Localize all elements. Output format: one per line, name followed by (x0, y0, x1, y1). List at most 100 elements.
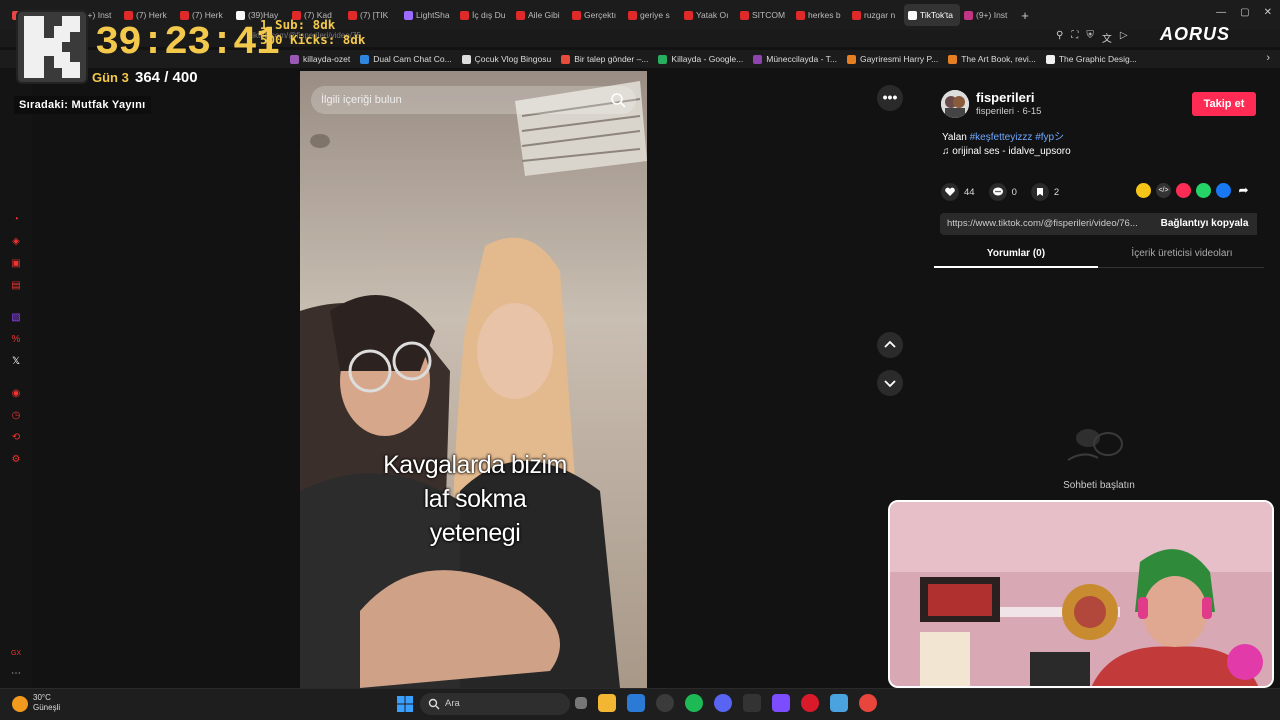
shield-icon[interactable]: ⛨ (1086, 30, 1094, 45)
github-icon[interactable] (656, 694, 674, 712)
browser-tab[interactable]: Aile Gibi (512, 4, 568, 26)
follow-button[interactable]: Takip et (1192, 92, 1256, 116)
twitch-icon[interactable]: ▧ (10, 312, 22, 324)
screenshot-icon[interactable]: ⛶ (1071, 30, 1078, 45)
copy-link-button[interactable]: Bağlantıyı kopyala (1152, 213, 1257, 235)
browser-tab[interactable]: Gerçektı (568, 4, 624, 26)
webcam-image (890, 502, 1272, 686)
comment-stat[interactable]: 0 (988, 183, 1017, 201)
taskbar-search[interactable]: Ara (420, 693, 570, 715)
grid-app-icon[interactable] (772, 694, 790, 712)
minimize-icon[interactable]: — (1216, 7, 1226, 18)
sidebar-icon-2[interactable]: ◈ (10, 236, 22, 248)
tab-label: geriye s (640, 10, 670, 20)
sidebar-rail: ◔ ◈ ▣ ▤ ▧ % 𝕏 ◉ ◷ ⟲ ⚙ GX ⋯ (0, 68, 32, 688)
browser-tab[interactable]: herkes b (792, 4, 848, 26)
previous-video-button[interactable] (877, 332, 903, 358)
file-explorer-icon[interactable] (598, 694, 616, 712)
translate-icon[interactable]: 文 (1102, 30, 1112, 45)
discord-icon[interactable] (714, 694, 732, 712)
whatsapp-icon[interactable] (1196, 183, 1211, 198)
day-count: 364 / 400 (135, 69, 198, 86)
maximize-icon[interactable]: ▢ (1240, 7, 1249, 18)
bookmark-item[interactable]: killayda-ozet (290, 54, 350, 64)
tab-creator-videos[interactable]: İçerik üreticisi videoları (1100, 248, 1264, 259)
opera-gx-icon[interactable] (801, 694, 819, 712)
tab-favicon-icon (460, 10, 469, 20)
bookmark-item[interactable]: Çocuk Vlog Bingosu (461, 54, 551, 64)
bookmark-item[interactable]: The Art Book, revi... (948, 54, 1036, 64)
sidebar-icon-7[interactable]: ⟲ (10, 432, 22, 444)
close-icon[interactable]: ✕ (1264, 7, 1272, 18)
x-icon[interactable]: 𝕏 (10, 356, 22, 368)
sidebar-icon-3[interactable]: ▣ (10, 258, 22, 270)
username[interactable]: fisperileri (976, 90, 1035, 105)
browser-tab[interactable]: TikTok'ta (904, 4, 960, 26)
task-view-icon[interactable] (575, 697, 587, 709)
send-icon[interactable] (1176, 183, 1191, 198)
next-video-button[interactable] (877, 370, 903, 396)
chrome-icon[interactable] (859, 694, 877, 712)
hashtags[interactable]: #keşfetteyizzz #fypシ (970, 132, 1064, 143)
play-icon[interactable]: ▷ (1120, 30, 1128, 45)
save-stat[interactable]: 2 (1030, 183, 1059, 201)
settings-icon[interactable]: ⚙ (10, 454, 22, 466)
app-icon[interactable] (743, 694, 761, 712)
tab-favicon-icon (628, 10, 637, 20)
tab-favicon-icon (572, 10, 581, 20)
bookmark-label: The Art Book, revi... (961, 54, 1036, 64)
bookmark-label: Bir talep gönder –... (574, 54, 649, 64)
sidebar-icon-4[interactable]: ▤ (10, 280, 22, 292)
bookmark-item[interactable]: Killayda - Google... (658, 54, 743, 64)
repost-icon[interactable] (1136, 183, 1151, 198)
sidebar-icon-5[interactable]: % (10, 334, 22, 346)
bookmark-item[interactable]: Bir talep gönder –... (561, 54, 648, 64)
caption-line: Kavgalarda bizim (383, 451, 567, 479)
bookmark-item[interactable]: The Graphic Desig... (1045, 54, 1137, 64)
sidebar-icon-6[interactable]: ◉ (10, 388, 22, 400)
sidebar-icon-8[interactable]: GX (10, 648, 22, 660)
browser-tab[interactable]: LightSha (400, 4, 456, 26)
avatar[interactable] (941, 90, 969, 118)
tab-comments[interactable]: Yorumlar (0) (934, 248, 1098, 259)
browser-tab[interactable]: İç dış Du (456, 4, 512, 26)
notepad-icon[interactable] (830, 694, 848, 712)
tab-favicon-icon (908, 10, 917, 20)
browser-tab[interactable]: ruzgar n (848, 4, 904, 26)
bookmark-item[interactable]: Müneccilayda - T... (753, 54, 837, 64)
facebook-icon[interactable] (1216, 183, 1231, 198)
share-arrow-icon[interactable]: ➦ (1236, 183, 1251, 198)
more-icon[interactable]: ⋯ (10, 668, 22, 680)
sidebar-icon-1[interactable]: ◔ (10, 214, 22, 226)
new-tab-button[interactable]: + (1016, 8, 1034, 23)
browser-tab[interactable]: (9+) Inst (960, 4, 1016, 26)
weather-condition: Güneşli (33, 703, 61, 712)
heart-icon (941, 183, 959, 201)
tab-label: SITCOM (752, 10, 786, 20)
spotify-icon[interactable] (685, 694, 703, 712)
weather-widget[interactable]: 30°C Güneşli (33, 693, 60, 713)
pin-icon[interactable]: ⚲ (1056, 30, 1063, 45)
video-player[interactable] (300, 71, 647, 688)
sun-icon[interactable] (12, 696, 28, 712)
windows-start-icon[interactable] (397, 696, 413, 712)
embed-icon[interactable]: </> (1156, 183, 1171, 198)
bookmark-favicon-icon (658, 54, 668, 64)
bookmark-item[interactable]: Gayriresmi Harry P... (846, 54, 938, 64)
more-options-button[interactable]: ••• (877, 85, 903, 111)
outlook-icon[interactable] (627, 694, 645, 712)
like-stat[interactable]: 44 (941, 183, 975, 201)
clock-icon[interactable]: ◷ (10, 410, 22, 422)
browser-tab[interactable]: Yatak Oı (680, 4, 736, 26)
search-icon[interactable] (610, 92, 626, 108)
bookmark-item[interactable]: Dual Cam Chat Co... (360, 54, 452, 64)
tab-label: Yatak Oı (696, 10, 729, 20)
browser-tab[interactable]: SITCOM (736, 4, 792, 26)
browser-tab[interactable]: geriye s (624, 4, 680, 26)
related-search-input[interactable]: İlgili içeriği bulun (311, 86, 636, 114)
window-controls: — ▢ ✕ (1216, 7, 1272, 18)
bookmark-label: Dual Cam Chat Co... (373, 54, 452, 64)
music-info[interactable]: ♫ orijinal ses - idalve_upsoro (942, 146, 1071, 157)
chevron-right-icon[interactable]: › (1266, 52, 1270, 64)
search-icon (428, 698, 440, 710)
